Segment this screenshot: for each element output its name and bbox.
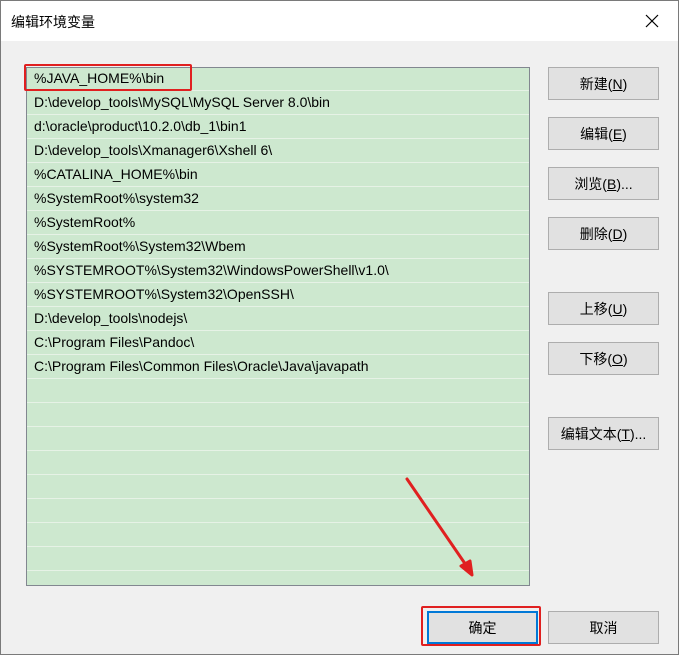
list-item-empty[interactable] xyxy=(27,476,529,499)
title-bar: 编辑环境变量 xyxy=(1,1,678,41)
list-item[interactable]: C:\Program Files\Pandoc\ xyxy=(27,332,529,355)
list-item-empty[interactable] xyxy=(27,572,529,585)
list-item-empty[interactable] xyxy=(27,500,529,523)
list-item[interactable]: %SystemRoot%\system32 xyxy=(27,188,529,211)
edit-text-button-label: 编辑文本( xyxy=(560,425,622,442)
list-item[interactable]: %JAVA_HOME%\bin xyxy=(27,68,529,91)
move-down-button[interactable]: 下移(O) xyxy=(548,342,659,375)
move-up-button-label: 上移( xyxy=(579,300,613,317)
list-item[interactable]: %CATALINA_HOME%\bin xyxy=(27,164,529,187)
new-button-label-end: ) xyxy=(622,75,628,92)
edit-text-button[interactable]: 编辑文本(T)... xyxy=(548,417,659,450)
list-item-text: d:\oracle\product\10.2.0\db_1\bin1 xyxy=(34,118,247,134)
list-item-text: D:\develop_tools\MySQL\MySQL Server 8.0\… xyxy=(34,94,330,110)
list-item[interactable]: D:\develop_tools\MySQL\MySQL Server 8.0\… xyxy=(27,92,529,115)
move-up-button-hotkey: U xyxy=(612,300,623,317)
browse-button-label: 浏览( xyxy=(574,175,607,192)
list-item[interactable]: %SYSTEMROOT%\System32\OpenSSH\ xyxy=(27,284,529,307)
list-item-empty[interactable] xyxy=(27,404,529,427)
list-item-text: D:\develop_tools\nodejs\ xyxy=(34,310,188,326)
list-item-text: %JAVA_HOME%\bin xyxy=(34,70,165,86)
list-item-empty[interactable] xyxy=(27,452,529,475)
list-item-text: C:\Program Files\Common Files\Oracle\Jav… xyxy=(34,358,369,374)
browse-button-label-end: )... xyxy=(616,175,633,192)
list-item-text: %SystemRoot% xyxy=(34,214,136,230)
list-item-text: %SystemRoot%\System32\Wbem xyxy=(34,238,246,254)
edit-button-label-end: ) xyxy=(622,125,627,142)
move-up-button-label-end: ) xyxy=(622,300,628,317)
list-item-text: %SYSTEMROOT%\System32\WindowsPowerShell\… xyxy=(34,262,389,278)
delete-button[interactable]: 删除(D) xyxy=(548,217,659,250)
edit-text-button-label-end: )... xyxy=(629,425,647,442)
delete-button-label-end: ) xyxy=(622,225,628,242)
list-item-text: %SYSTEMROOT%\System32\OpenSSH\ xyxy=(34,286,294,302)
list-item-empty[interactable] xyxy=(27,524,529,547)
new-button-hotkey: N xyxy=(612,75,623,92)
move-down-button-hotkey: O xyxy=(612,350,623,367)
cancel-button[interactable]: 取消 xyxy=(548,611,659,644)
list-item-empty[interactable] xyxy=(27,380,529,403)
edit-button[interactable]: 编辑(E) xyxy=(548,117,659,150)
list-item[interactable]: D:\develop_tools\Xmanager6\Xshell 6\ xyxy=(27,140,529,163)
window-title: 编辑环境变量 xyxy=(11,14,95,30)
cancel-button-label: 取消 xyxy=(589,619,618,636)
list-item-text: D:\develop_tools\Xmanager6\Xshell 6\ xyxy=(34,142,273,158)
list-item[interactable]: %SYSTEMROOT%\System32\WindowsPowerShell\… xyxy=(27,260,529,283)
edit-button-label: 编辑( xyxy=(580,125,613,142)
browse-button[interactable]: 浏览(B)... xyxy=(548,167,659,200)
new-button[interactable]: 新建(N) xyxy=(548,67,659,100)
path-list[interactable]: %JAVA_HOME%\bin D:\develop_tools\MySQL\My… xyxy=(26,67,530,586)
list-item-text: %CATALINA_HOME%\bin xyxy=(34,166,198,182)
list-item[interactable]: C:\Program Files\Common Files\Oracle\Jav… xyxy=(27,356,529,379)
ok-button-label: 确定 xyxy=(468,619,497,636)
list-item[interactable]: D:\develop_tools\nodejs\ xyxy=(27,308,529,331)
list-item-empty[interactable] xyxy=(27,428,529,451)
move-down-button-label: 下移( xyxy=(579,350,613,367)
list-item[interactable]: d:\oracle\product\10.2.0\db_1\bin1 xyxy=(27,116,529,139)
move-down-button-label-end: ) xyxy=(622,350,628,367)
close-button[interactable] xyxy=(630,5,674,37)
delete-button-label: 删除( xyxy=(579,225,613,242)
list-item[interactable]: %SystemRoot%\System32\Wbem xyxy=(27,236,529,259)
list-item-text: C:\Program Files\Pandoc\ xyxy=(34,334,195,350)
browse-button-hotkey: B xyxy=(606,175,617,192)
ok-button[interactable]: 确定 xyxy=(427,611,538,644)
list-item-text: %SystemRoot%\system32 xyxy=(34,190,199,206)
delete-button-hotkey: D xyxy=(612,225,623,242)
move-up-button[interactable]: 上移(U) xyxy=(548,292,659,325)
list-item[interactable]: %SystemRoot% xyxy=(27,212,529,235)
edit-text-button-hotkey: T xyxy=(621,425,630,442)
list-item-empty[interactable] xyxy=(27,548,529,571)
close-icon xyxy=(645,14,659,28)
new-button-label: 新建( xyxy=(579,75,613,92)
edit-env-var-dialog: 编辑环境变量 %JAVA_HOME%\bin D:\develop_tools\M… xyxy=(0,0,679,655)
edit-button-hotkey: E xyxy=(612,125,623,142)
